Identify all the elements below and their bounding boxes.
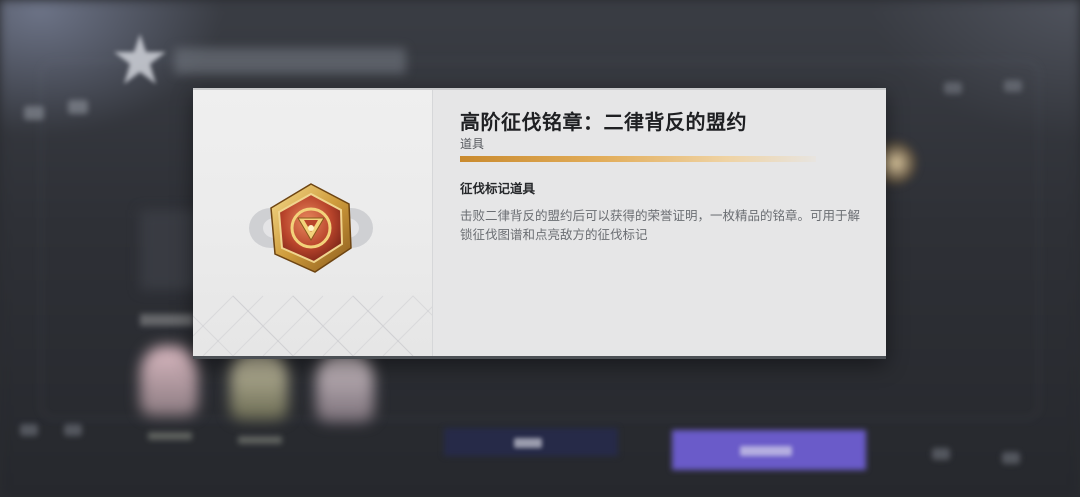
item-name: 高阶征伐铭章：二律背反的盟约 (460, 110, 747, 134)
background-label (148, 432, 192, 440)
card-bottom-border (193, 356, 886, 359)
background-character (316, 352, 374, 422)
background-character (230, 350, 288, 420)
background-title (174, 48, 406, 74)
item-detail-card[interactable]: 高阶征伐铭章：二律背反的盟约 道具 征伐标记道具 击败二律背反的盟约后可以获得的… (193, 88, 886, 359)
item-info-panel: 高阶征伐铭章：二律背反的盟约 道具 征伐标记道具 击败二律背反的盟约后可以获得的… (433, 90, 886, 356)
background-label (140, 314, 194, 326)
background-icon (20, 424, 38, 436)
background-button-text (740, 446, 792, 456)
background-panel (140, 210, 200, 290)
item-subtitle: 征伐标记道具 (460, 181, 536, 196)
background-icon (64, 424, 82, 436)
item-category: 道具 (460, 137, 485, 151)
background-label (238, 436, 282, 444)
background-button-text (514, 438, 542, 448)
item-description: 击败二律背反的盟约后可以获得的荣誉证明，一枚精品的铭章。可用于解锁征伐图谱和点亮… (460, 208, 861, 242)
background-character (140, 346, 198, 416)
background-icon (1004, 80, 1022, 92)
background-icon (944, 82, 962, 94)
background-icon (932, 448, 950, 460)
game-logo-icon (114, 34, 166, 84)
item-icon-panel (193, 90, 432, 356)
background-icon (24, 106, 44, 120)
rarity-bar (460, 156, 816, 162)
hexagon-medal-icon (249, 183, 373, 273)
background-icon (68, 100, 88, 114)
background-icon (1002, 452, 1020, 464)
